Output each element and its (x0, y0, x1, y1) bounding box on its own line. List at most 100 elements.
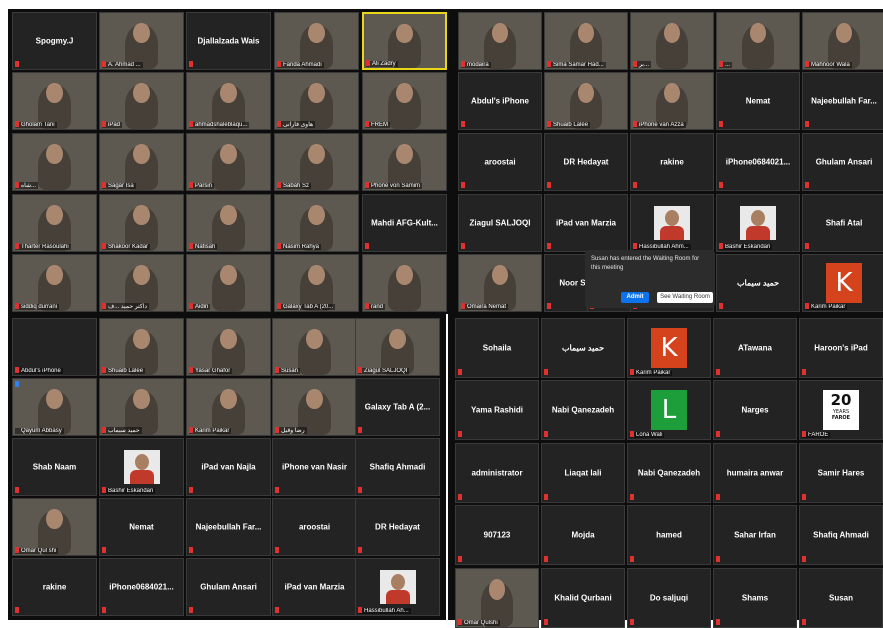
participant-tile[interactable]: Mahnoor Wala (802, 12, 883, 70)
participant-tile[interactable]: حمید سیماب (716, 254, 800, 312)
participant-tile[interactable]: Nemat (99, 498, 184, 556)
participant-tile[interactable]: L Lona Wali (627, 380, 711, 440)
participant-tile[interactable]: 20 YEARS FAROE FAROE (799, 380, 883, 440)
participant-tile[interactable]: humaira anwar (713, 443, 797, 503)
participant-tile[interactable]: iPhone0684021... (99, 558, 184, 616)
participant-tile[interactable]: Susan (272, 318, 357, 376)
participant-tile[interactable]: DR Hedayat (355, 498, 440, 556)
participant-tile[interactable]: iPhone van Nasir (272, 438, 357, 496)
participant-tile[interactable]: Haroon's iPad (799, 318, 883, 378)
participant-tile[interactable]: Sima Samar Had... (544, 12, 628, 70)
participant-tile[interactable]: Abdul's iPhone (12, 318, 97, 376)
participant-tile[interactable]: iPad van Marzia (544, 194, 628, 252)
participant-tile[interactable]: Karim Paikar (186, 378, 271, 436)
participant-tile[interactable]: iPad van Marzia (272, 558, 357, 616)
participant-tile[interactable]: هاوی فارانی (274, 72, 359, 130)
participant-tile[interactable]: Mojda (541, 505, 625, 565)
admit-button[interactable]: Admit (621, 292, 649, 303)
participant-tile[interactable]: Do saljuqi (627, 568, 711, 628)
participant-tile[interactable]: Shuaib Lalee (544, 72, 628, 130)
participant-tile[interactable]: Qayum Abbasy (12, 378, 97, 436)
participant-tile[interactable]: siddiq durrani (12, 254, 97, 312)
participant-tile[interactable]: Nafisah (186, 194, 271, 252)
participant-tile[interactable]: administrator (455, 443, 539, 503)
participant-tile[interactable]: aroostai (458, 133, 542, 191)
participant-tile[interactable]: K Karim Paikar (802, 254, 883, 312)
participant-tile[interactable]: Omar Qul shi (12, 498, 97, 556)
participant-tile[interactable]: ... (716, 12, 800, 70)
participant-tile[interactable]: داکتر حمید ...ف (99, 254, 184, 312)
participant-tile[interactable]: rand (362, 254, 447, 312)
participant-tile[interactable]: Sagar Isa (99, 133, 184, 191)
participant-tile[interactable]: Shuaib Lalee (99, 318, 184, 376)
participant-tile[interactable]: Bashir Eskandari (716, 194, 800, 252)
participant-tile[interactable]: FREM (362, 72, 447, 130)
participant-tile[interactable]: DR Hedayat (544, 133, 628, 191)
participant-tile[interactable]: rakine (630, 133, 714, 191)
participant-tile[interactable]: Omar Qulshi (455, 568, 539, 628)
participant-tile[interactable]: Aidin (186, 254, 271, 312)
participant-tile[interactable]: Ghulam Ansari (802, 133, 883, 191)
participant-tile[interactable]: شاه... (12, 133, 97, 191)
participant-tile[interactable]: iPad (99, 72, 184, 130)
participant-tile[interactable]: A. Ahmad ... (99, 12, 184, 70)
participant-tile[interactable]: Djallalzada Wais (186, 12, 271, 70)
participant-tile[interactable]: حمید سیماب (541, 318, 625, 378)
participant-tile[interactable]: rakine (12, 558, 97, 616)
participant-tile[interactable]: Nabi Qanezadeh (541, 380, 625, 440)
participant-tile[interactable]: Shafiq Ahmadi (799, 505, 883, 565)
participant-tile[interactable]: iPhone0684021... (716, 133, 800, 191)
participant-tile[interactable]: iPhone van Azza (630, 72, 714, 130)
participant-tile[interactable]: Abdul's iPhone (458, 72, 542, 130)
participant-tile[interactable]: Shafi Atal (802, 194, 883, 252)
participant-tile[interactable]: Galaxy Tab A (2... (355, 378, 440, 436)
participant-tile[interactable]: Phone von Samim (362, 133, 447, 191)
participant-tile[interactable]: Nasim Rahya (274, 194, 359, 252)
participant-tile[interactable]: Shakoor Kadar (99, 194, 184, 252)
participant-tile[interactable]: Spogmy.J (12, 12, 97, 70)
participant-tile[interactable]: 907123 (455, 505, 539, 565)
participant-tile[interactable]: Sabah Sz (274, 133, 359, 191)
participant-tile[interactable]: Sohaila (455, 318, 539, 378)
participant-tile[interactable]: Shab Naam (12, 438, 97, 496)
participant-tile[interactable]: رضا وقیل (272, 378, 357, 436)
participant-tile[interactable]: Ziagul SALJOQI (458, 194, 542, 252)
participant-tile[interactable]: Ali Zadry (362, 12, 447, 70)
participant-tile[interactable]: Najeebullah Far... (802, 72, 883, 130)
participant-tile[interactable]: aroostai (272, 498, 357, 556)
participant-tile[interactable]: Khalid Qurbani (541, 568, 625, 628)
participant-tile[interactable]: K Karim Paikar (627, 318, 711, 378)
participant-tile[interactable]: Yasar Ghafor (186, 318, 271, 376)
participant-tile[interactable]: ATawana (713, 318, 797, 378)
participant-tile[interactable]: Samir Hares (799, 443, 883, 503)
participant-tile[interactable]: Susan (799, 568, 883, 628)
participant-tile[interactable]: Shafiq Ahmadi (355, 438, 440, 496)
participant-tile[interactable]: Galaxy Tab A (20... (274, 254, 359, 312)
participant-tile[interactable]: Bashir Eskandari (99, 438, 184, 496)
participant-tile[interactable]: iPad van Najla (186, 438, 271, 496)
participant-tile[interactable]: hamed (627, 505, 711, 565)
participant-tile[interactable]: Ghulam Ansari (186, 558, 271, 616)
participant-tile[interactable]: Shams (713, 568, 797, 628)
participant-tile[interactable]: Hassibullah Ah... (355, 558, 440, 616)
participant-tile[interactable]: Parsin (186, 133, 271, 191)
participant-tile[interactable]: Narges (713, 380, 797, 440)
participant-tile[interactable]: Gholam Tani (12, 72, 97, 130)
participant-tile[interactable]: Tharter Rasoulahi (12, 194, 97, 252)
participant-tile[interactable]: Omaira Nemat (458, 254, 542, 312)
participant-tile[interactable]: Mahdi AFG-Kult... (362, 194, 447, 252)
participant-tile[interactable]: Liaqat lali (541, 443, 625, 503)
participant-tile[interactable]: Hassibullah Ahm... (630, 194, 714, 252)
participant-tile[interactable]: بر... (630, 12, 714, 70)
participant-tile[interactable]: modaira (458, 12, 542, 70)
participant-tile[interactable]: ahmadshaleblaqu... (186, 72, 271, 130)
participant-tile[interactable]: Yama Rashidi (455, 380, 539, 440)
participant-tile[interactable]: Najeebullah Far... (186, 498, 271, 556)
participant-tile[interactable]: حمید سیماب (99, 378, 184, 436)
participant-tile[interactable]: Ziagul SALJOQI (355, 318, 440, 376)
participant-tile[interactable]: Sahar Irfan (713, 505, 797, 565)
participant-tile[interactable]: Nabi Qanezadeh (627, 443, 711, 503)
participant-tile[interactable]: Nemat (716, 72, 800, 130)
participant-tile[interactable]: Farida Ahmadi (274, 12, 359, 70)
see-waiting-room-button[interactable]: See Waiting Room (657, 292, 713, 303)
